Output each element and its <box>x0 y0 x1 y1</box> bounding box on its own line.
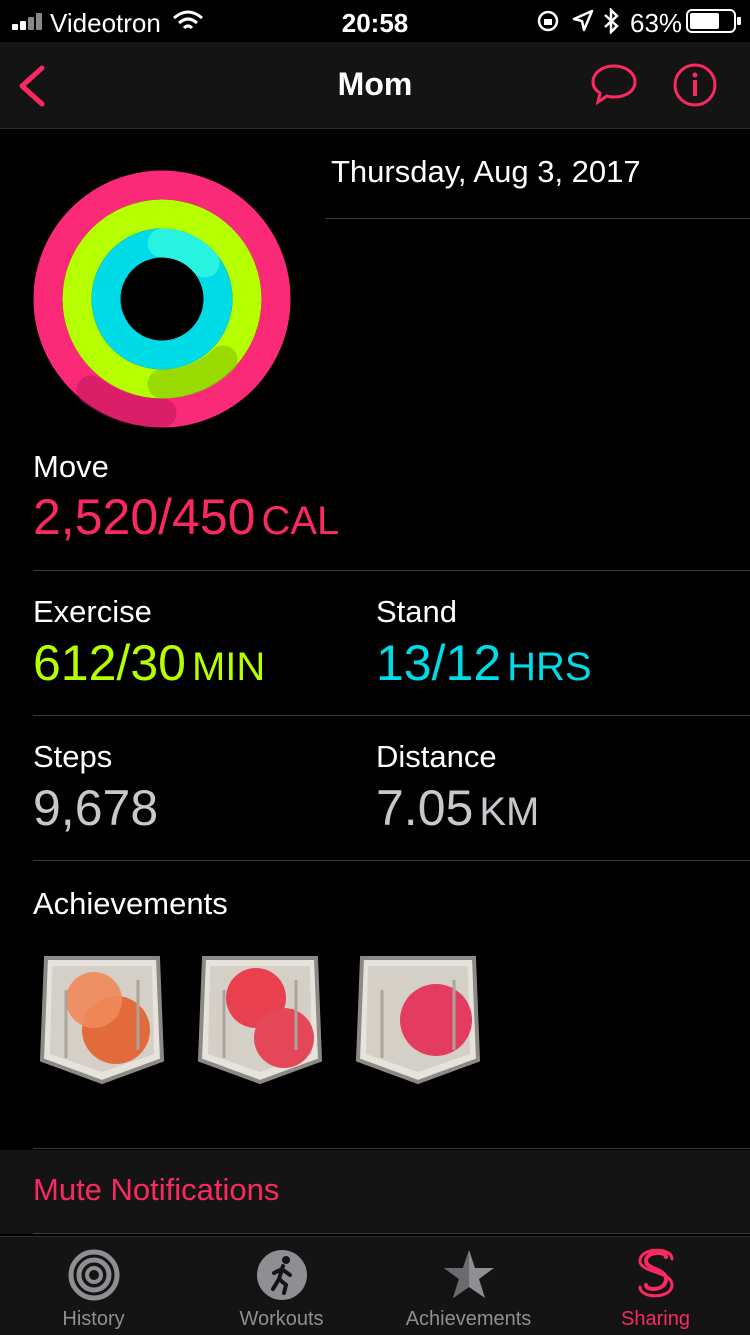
exercise-label: Exercise <box>33 594 152 629</box>
exercise-value: 612/30 MIN <box>33 635 266 691</box>
chat-bubble-icon[interactable] <box>590 62 638 106</box>
runner-icon <box>256 1250 307 1300</box>
status-bar: Videotron 20:58 63% <box>0 0 750 42</box>
divider <box>33 860 750 861</box>
divider <box>325 218 750 219</box>
steps-value: 9,678 <box>33 780 159 836</box>
tab-bar: History Workouts Achievements Sharing <box>0 1236 750 1335</box>
steps-label: Steps <box>33 739 113 774</box>
tab-workouts[interactable]: Workouts <box>188 1237 375 1335</box>
tab-label: History <box>62 1308 125 1330</box>
achievement-badge-30[interactable] <box>196 950 324 1086</box>
divider <box>33 570 750 571</box>
activity-rings <box>33 170 291 428</box>
tab-label: Achievements <box>405 1308 532 1330</box>
battery-percent: 63% <box>630 8 683 38</box>
move-value: 2,520/450 CAL <box>33 489 340 545</box>
stand-value: 13/12 HRS <box>376 635 592 691</box>
star-icon <box>443 1250 494 1298</box>
orientation-lock-icon <box>537 10 559 32</box>
tab-sharing[interactable]: Sharing <box>562 1237 749 1335</box>
achievement-badge-20[interactable] <box>38 950 166 1086</box>
tab-achievements[interactable]: Achievements <box>375 1237 562 1335</box>
sharing-icon <box>637 1248 674 1298</box>
achievements-label: Achievements <box>33 886 228 921</box>
divider <box>33 1148 750 1149</box>
divider <box>33 715 750 716</box>
move-label: Move <box>33 449 109 484</box>
mute-notifications-button[interactable]: Mute Notifications <box>33 1172 279 1208</box>
stand-label: Stand <box>376 594 458 629</box>
bluetooth-icon <box>604 8 619 34</box>
location-icon <box>572 9 594 32</box>
tab-label: Workouts <box>239 1308 324 1330</box>
distance-value: 7.05 KM <box>376 780 540 836</box>
tab-history[interactable]: History <box>0 1237 187 1335</box>
navigation-bar: Mom <box>0 42 750 129</box>
achievement-badge-40[interactable] <box>354 950 482 1086</box>
history-rings-icon <box>68 1249 119 1301</box>
battery-icon <box>686 9 741 33</box>
activity-date: Thursday, Aug 3, 2017 <box>331 154 641 189</box>
info-icon[interactable] <box>672 62 718 108</box>
distance-label: Distance <box>376 739 497 774</box>
tab-label: Sharing <box>621 1308 690 1330</box>
divider <box>33 1233 750 1234</box>
